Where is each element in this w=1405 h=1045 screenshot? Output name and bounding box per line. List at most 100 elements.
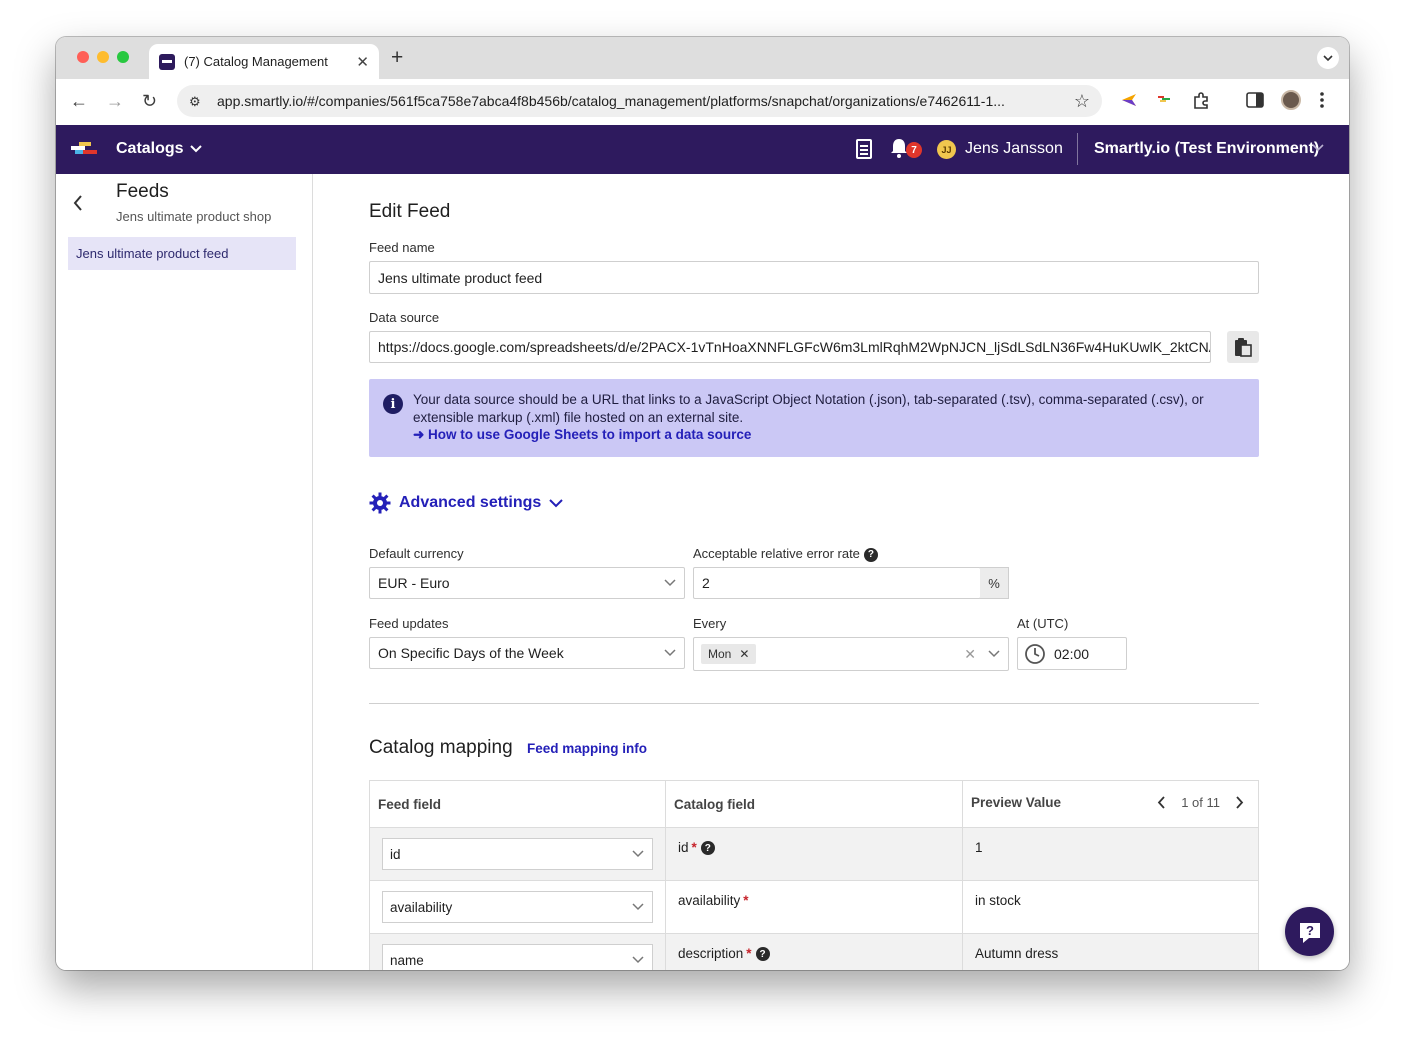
currency-label: Default currency — [369, 546, 464, 561]
table-row: id id *? 1 — [370, 827, 1258, 880]
chevron-left-icon — [73, 195, 82, 211]
time-value: 02:00 — [1054, 645, 1090, 662]
catalogs-menu[interactable]: Catalogs — [116, 140, 202, 158]
chevron-down-icon — [549, 498, 563, 507]
clear-icon[interactable]: ✕ — [964, 646, 976, 663]
catalog-field-name: id — [678, 840, 689, 855]
percent-addon: % — [980, 567, 1009, 599]
chevron-down-icon — [664, 646, 676, 660]
google-sheets-help-link[interactable]: ➜ How to use Google Sheets to import a d… — [413, 427, 751, 443]
currency-select[interactable]: EUR - Euro — [369, 567, 685, 599]
minimize-window-button[interactable] — [97, 51, 109, 63]
data-source-input[interactable]: https://docs.google.com/spreadsheets/d/e… — [369, 331, 1211, 363]
required-marker: * — [691, 840, 697, 855]
notifications-button[interactable]: 7 — [890, 138, 922, 163]
info-icon: i — [383, 394, 403, 414]
chevron-left-icon[interactable] — [1157, 796, 1165, 809]
preview-value: 1 — [975, 840, 983, 855]
column-header-catalog-field: Catalog field — [666, 781, 963, 827]
header-divider — [1077, 133, 1078, 165]
user-name[interactable]: Jens Jansson — [965, 140, 1063, 158]
time-label: At (UTC) — [1017, 616, 1069, 631]
smartly-extension-icon[interactable] — [1156, 92, 1174, 111]
sidebar-title: Feeds — [116, 181, 169, 202]
help-icon[interactable]: ? — [755, 947, 770, 962]
browser-tab[interactable]: (7) Catalog Management ✕ — [149, 44, 379, 79]
app-header: Catalogs 7 JJ Jens Jansson Smartly.io (T… — [56, 125, 1349, 174]
browser-toolbar: ← → ↻ ⚙ app.smartly.io/#/companies/561f5… — [56, 79, 1349, 125]
catalog-field-cell: description *? — [666, 934, 963, 970]
svg-text:?: ? — [1306, 923, 1314, 938]
copy-button[interactable] — [1227, 331, 1259, 363]
url-text[interactable]: app.smartly.io/#/companies/561f5ca758e7a… — [217, 93, 1066, 109]
feed-updates-select[interactable]: On Specific Days of the Week — [369, 637, 685, 669]
tab-search-button[interactable] — [1317, 47, 1339, 69]
feed-field-cell: availability — [370, 881, 666, 933]
forward-arrow-icon[interactable]: → — [106, 91, 124, 112]
preview-value: Autumn dress — [975, 946, 1059, 961]
table-row: name description *? Autumn dress — [370, 933, 1258, 970]
time-input[interactable]: 02:00 — [1017, 637, 1127, 670]
data-source-info-box: i Your data source should be a URL that … — [369, 379, 1259, 457]
feed-name-input[interactable]: Jens ultimate product feed — [369, 261, 1259, 294]
back-button[interactable] — [73, 194, 83, 217]
new-tab-button[interactable]: + — [391, 46, 403, 70]
feed-field-select[interactable]: name — [382, 944, 653, 970]
data-source-label: Data source — [369, 310, 440, 325]
preview-value: in stock — [975, 893, 1021, 908]
close-window-button[interactable] — [77, 51, 89, 63]
chevron-right-icon[interactable] — [1236, 796, 1244, 809]
advanced-settings-toggle[interactable]: Advanced settings — [369, 492, 563, 514]
address-bar[interactable]: ⚙ app.smartly.io/#/companies/561f5ca758e… — [177, 85, 1102, 117]
feed-field-select[interactable]: availability — [382, 891, 653, 923]
extensions-puzzle-icon[interactable] — [1192, 92, 1210, 115]
smartly-logo-icon[interactable] — [71, 142, 99, 156]
page-title: Edit Feed — [369, 201, 451, 222]
gear-icon — [369, 492, 391, 514]
advanced-settings-label: Advanced settings — [399, 494, 542, 511]
user-avatar[interactable]: JJ — [937, 140, 956, 159]
feed-updates-label: Feed updates — [369, 616, 449, 631]
help-icon[interactable]: ? — [863, 547, 878, 562]
sidebar-item-feed[interactable]: Jens ultimate product feed — [68, 237, 296, 270]
required-marker: * — [746, 946, 752, 961]
feed-field-value: id — [390, 846, 401, 862]
sidebar-subtitle: Jens ultimate product shop — [116, 209, 272, 224]
feed-mapping-info-link[interactable]: Feed mapping info — [527, 741, 647, 756]
feed-field-value: name — [390, 952, 424, 968]
help-chat-button[interactable]: ? — [1285, 907, 1334, 956]
chat-help-icon: ? — [1299, 922, 1320, 943]
every-label: Every — [693, 616, 727, 631]
currency-value: EUR - Euro — [378, 575, 450, 591]
preview-header-label: Preview Value — [971, 795, 1062, 810]
close-tab-icon[interactable]: ✕ — [356, 53, 369, 71]
profile-avatar[interactable] — [1281, 90, 1301, 110]
remove-chip-icon[interactable]: ✕ — [739, 647, 749, 661]
required-marker: * — [743, 893, 749, 908]
changelog-icon[interactable] — [856, 139, 872, 159]
help-icon[interactable]: ? — [700, 841, 715, 856]
catalogs-menu-label: Catalogs — [116, 140, 184, 157]
catalog-mapping-title: Catalog mapping — [369, 737, 513, 758]
extension-arrow-icon[interactable] — [1120, 92, 1138, 113]
feed-updates-value: On Specific Days of the Week — [378, 645, 564, 661]
every-multiselect[interactable]: Mon ✕ ✕ — [693, 637, 1009, 671]
pager-text: 1 of 11 — [1181, 795, 1220, 810]
maximize-window-button[interactable] — [117, 51, 129, 63]
chevron-down-icon — [664, 576, 676, 590]
section-divider — [369, 703, 1259, 704]
site-settings-icon[interactable]: ⚙ — [189, 94, 205, 109]
back-arrow-icon[interactable]: ← — [70, 91, 88, 112]
error-rate-input[interactable]: 2 — [693, 567, 981, 599]
organization-selector[interactable]: Smartly.io (Test Environment) — [1094, 140, 1319, 158]
info-text: Your data source should be a URL that li… — [413, 392, 1204, 425]
smartly-favicon-icon — [159, 53, 175, 70]
browser-menu-icon[interactable] — [1320, 92, 1324, 113]
preview-pager: 1 of 11 — [1157, 795, 1244, 810]
sidebar: Feeds Jens ultimate product shop Jens ul… — [56, 174, 313, 970]
chevron-down-icon[interactable] — [1312, 139, 1324, 155]
reload-icon[interactable]: ↻ — [142, 91, 157, 112]
feed-field-select[interactable]: id — [382, 838, 653, 870]
bookmark-star-icon[interactable]: ☆ — [1074, 91, 1090, 112]
side-panel-icon[interactable] — [1246, 92, 1264, 113]
